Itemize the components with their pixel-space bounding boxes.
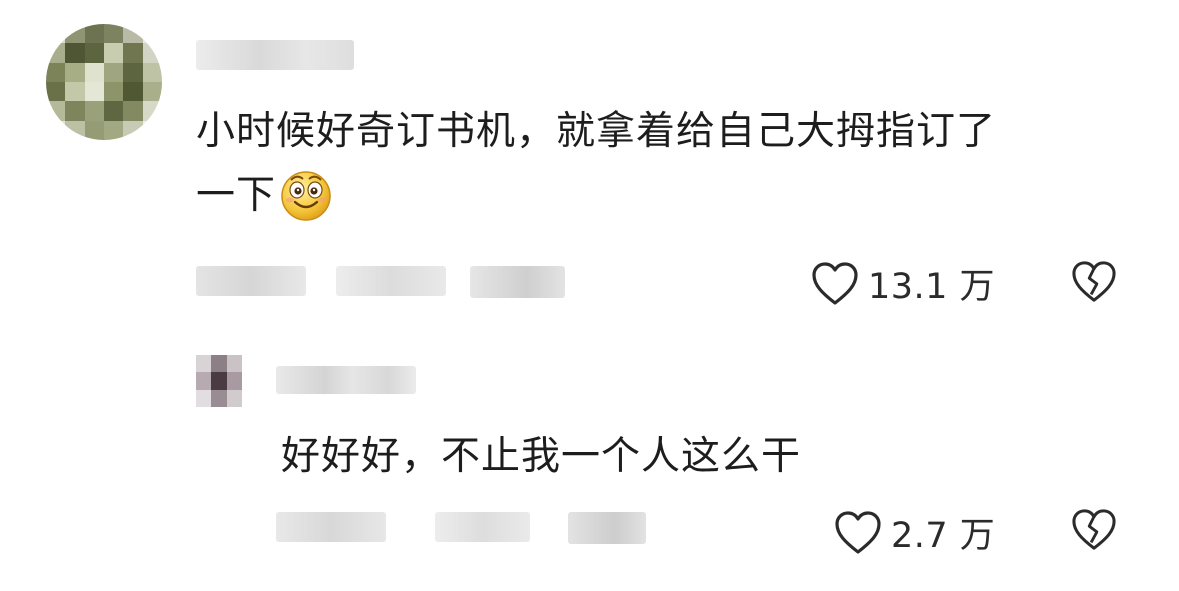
broken-heart-icon	[1072, 509, 1116, 550]
comment-text: 小时候好奇订书机，就拿着给自己大拇指订了 一下	[196, 100, 1136, 228]
reply-reply-button-blurred[interactable]	[568, 512, 646, 544]
reply-text: 好好好，不止我一个人这么干	[281, 434, 802, 479]
reply-like-count: 2.7 万	[891, 516, 996, 556]
username-blurred[interactable]	[196, 40, 354, 70]
comment-line-2-text: 一下	[196, 173, 277, 218]
reply-button-blurred[interactable]	[470, 266, 565, 298]
like-count: 13.1 万	[868, 267, 996, 307]
broken-heart-icon	[1072, 261, 1116, 302]
reply-avatar[interactable]	[196, 355, 242, 407]
comment-meta-blurred	[196, 266, 306, 296]
reply-meta-blurred	[435, 512, 530, 542]
reply-like-button[interactable]: 2.7 万	[833, 507, 995, 558]
comment-line-1: 小时候好奇订书机，就拿着给自己大拇指订了	[196, 109, 997, 154]
heart-outline-icon	[833, 510, 883, 556]
smile-emoji-icon	[278, 166, 334, 222]
reply-meta-blurred	[276, 512, 386, 542]
comment-meta-blurred	[336, 266, 446, 296]
dislike-button[interactable]	[1070, 260, 1118, 304]
comment-line-2: 一下	[196, 164, 1136, 228]
heart-outline-icon	[810, 261, 860, 307]
reply-username-blurred[interactable]	[276, 366, 416, 394]
avatar[interactable]	[46, 24, 162, 140]
like-button[interactable]: 13.1 万	[810, 258, 995, 309]
reply-dislike-button[interactable]	[1070, 508, 1118, 552]
